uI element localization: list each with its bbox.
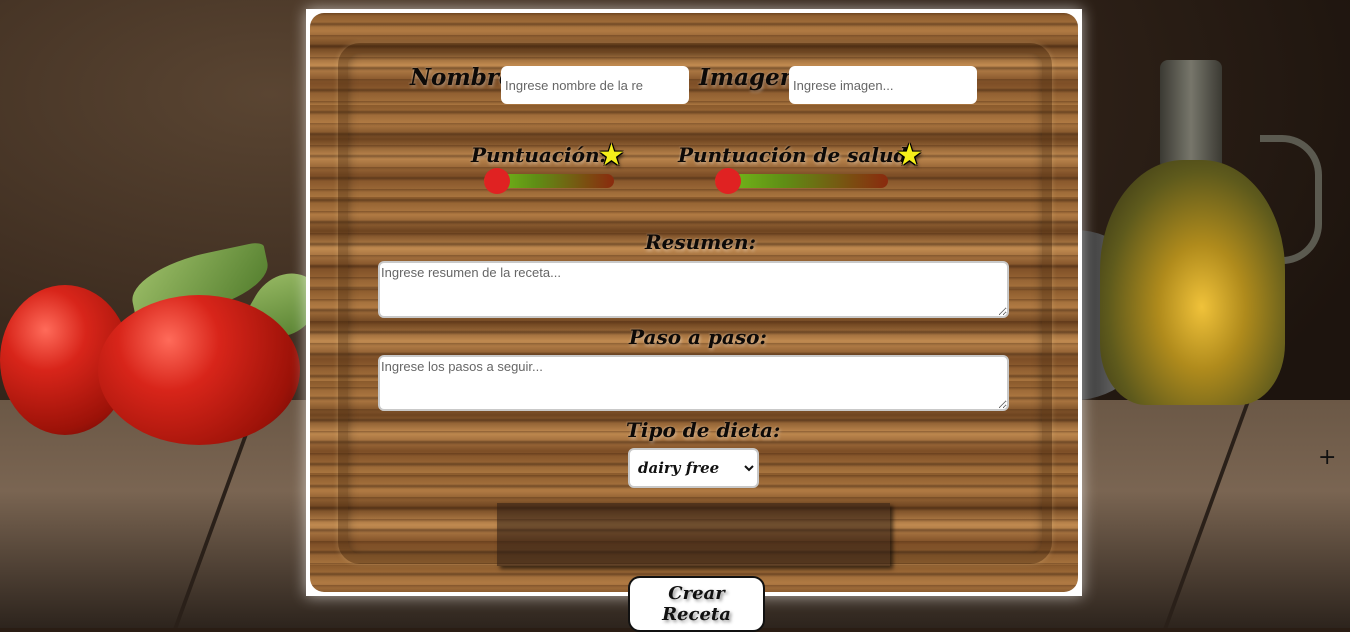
steps-label: Paso a paso:: [629, 325, 767, 349]
diet-label: Tipo de dieta:: [626, 418, 781, 442]
crosshair-cursor-icon: +: [1318, 445, 1337, 470]
create-recipe-button[interactable]: Crear Receta: [628, 576, 765, 632]
score-slider[interactable]: [484, 168, 614, 194]
image-input[interactable]: [789, 66, 977, 104]
message-box: [497, 503, 890, 566]
summary-textarea[interactable]: [378, 261, 1009, 318]
score-label: Puntuación:: [471, 143, 607, 167]
health-score-label: Puntuación de salud:: [678, 143, 915, 167]
name-input[interactable]: [501, 66, 689, 104]
bottle-body: [1100, 160, 1285, 405]
oil-bottle-image: [1100, 60, 1322, 410]
star-icon: ★: [896, 138, 923, 173]
tomato-image: [98, 295, 300, 445]
health-score-slider-handle[interactable]: [715, 168, 741, 194]
bottle-neck: [1160, 60, 1222, 170]
diet-select[interactable]: dairy free: [628, 448, 759, 488]
score-slider-handle[interactable]: [484, 168, 510, 194]
health-score-slider[interactable]: [715, 168, 888, 194]
steps-textarea[interactable]: [378, 355, 1009, 411]
star-icon: ★: [598, 138, 625, 173]
summary-label: Resumen:: [645, 230, 756, 254]
